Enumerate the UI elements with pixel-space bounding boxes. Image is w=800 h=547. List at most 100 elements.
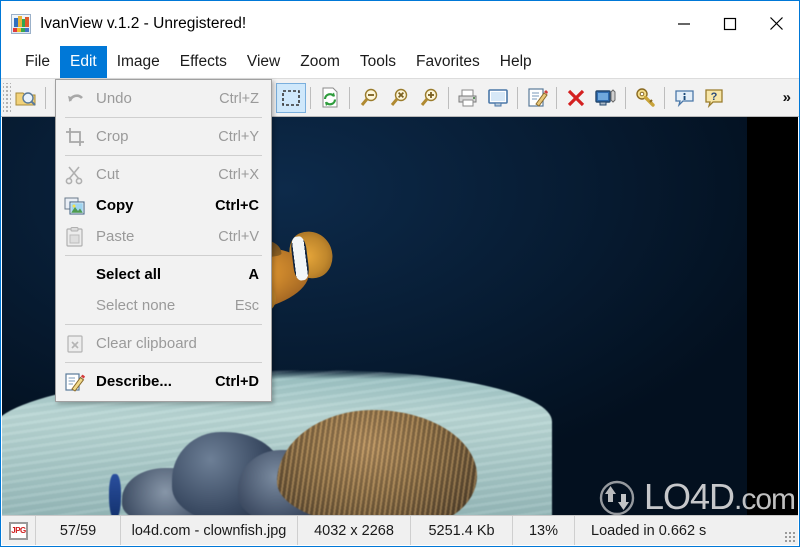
scissors-icon <box>64 164 86 186</box>
zoom-out-icon <box>360 88 377 106</box>
menu-separator <box>65 362 262 363</box>
crop-icon <box>64 126 86 148</box>
toolbar-overflow-button[interactable]: » <box>783 89 791 106</box>
menu-item-shortcut: Ctrl+X <box>218 166 259 183</box>
close-icon <box>769 17 783 30</box>
reload-button[interactable] <box>315 83 345 113</box>
menu-item-label: Describe... <box>96 373 172 390</box>
menu-image[interactable]: Image <box>107 46 170 78</box>
edit-describe-icon <box>527 88 548 107</box>
menu-view[interactable]: View <box>237 46 290 78</box>
menu-item-undo[interactable]: Undo Ctrl+Z <box>56 83 271 114</box>
menu-file[interactable]: File <box>15 46 60 78</box>
toolbar-separator <box>45 86 46 109</box>
key-icon <box>635 88 655 107</box>
window-controls <box>661 1 799 46</box>
info-icon <box>674 89 694 107</box>
menu-item-label: Select none <box>96 297 176 314</box>
menu-effects[interactable]: Effects <box>170 46 237 78</box>
maximize-icon <box>723 17 737 30</box>
window-title: IvanView v.1.2 - Unregistered! <box>40 14 247 32</box>
menu-separator <box>65 324 262 325</box>
zoom-reset-button[interactable] <box>384 83 414 113</box>
zoom-out-button[interactable] <box>354 83 384 113</box>
menu-item-select-all[interactable]: Select all A <box>56 259 271 290</box>
monitor-icon <box>488 88 508 106</box>
menu-item-shortcut: A <box>248 266 259 283</box>
clear-clipboard-icon <box>64 333 86 355</box>
toolbar-separator <box>349 86 350 109</box>
register-key-button[interactable] <box>630 83 660 113</box>
zoom-in-icon <box>420 88 437 106</box>
menu-separator <box>65 255 262 256</box>
fullscreen-button[interactable] <box>483 83 513 113</box>
menu-item-label: Cut <box>96 166 120 183</box>
toolbar-separator <box>517 86 518 109</box>
title-bar: IvanView v.1.2 - Unregistered! <box>1 1 799 46</box>
info-button[interactable] <box>669 83 699 113</box>
menu-item-shortcut: Ctrl+Y <box>218 128 259 145</box>
toolbar-separator <box>448 86 449 109</box>
svg-text:?: ? <box>710 91 717 103</box>
menu-item-label: Undo <box>96 90 132 107</box>
toolbar-grip[interactable] <box>3 82 11 113</box>
delete-button[interactable] <box>561 83 591 113</box>
menu-separator <box>65 155 262 156</box>
menu-item-clear-clipboard[interactable]: Clear clipboard <box>56 328 271 359</box>
menu-item-paste[interactable]: Paste Ctrl+V <box>56 221 271 252</box>
maximize-button[interactable] <box>707 1 753 46</box>
menu-item-label: Clear clipboard <box>96 335 197 352</box>
close-button[interactable] <box>753 1 799 46</box>
menu-item-label: Select all <box>96 266 162 283</box>
selection-marquee-button[interactable] <box>276 82 306 113</box>
status-file-size: 5251.4 Kb <box>411 516 513 545</box>
menu-item-label: Copy <box>96 197 134 214</box>
menu-favorites[interactable]: Favorites <box>406 46 490 78</box>
describe-button[interactable] <box>522 83 552 113</box>
menu-item-copy[interactable]: Copy Ctrl+C <box>56 190 271 221</box>
menu-help[interactable]: Help <box>490 46 542 78</box>
help-button[interactable]: ? <box>699 83 729 113</box>
menu-tools[interactable]: Tools <box>350 46 406 78</box>
refresh-page-icon <box>322 87 338 108</box>
open-folder-button[interactable] <box>11 83 41 113</box>
menu-item-crop[interactable]: Crop Ctrl+Y <box>56 121 271 152</box>
status-dimensions: 4032 x 2268 <box>298 516 411 545</box>
selection-marquee-icon <box>282 89 300 106</box>
menu-item-label: Paste <box>96 228 135 245</box>
toolbar-separator <box>556 86 557 109</box>
blue-fish <box>109 474 121 516</box>
zoom-in-button[interactable] <box>414 83 444 113</box>
zoom-reset-icon <box>390 88 407 106</box>
jpg-badge-icon: JPG <box>9 521 28 540</box>
menu-item-describe[interactable]: Describe... Ctrl+D <box>56 366 271 397</box>
menu-item-cut[interactable]: Cut Ctrl+X <box>56 159 271 190</box>
status-file-name: lo4d.com - clownfish.jpg <box>121 516 298 545</box>
printer-icon <box>458 89 477 106</box>
resize-grip[interactable] <box>784 531 796 543</box>
menu-item-shortcut: Ctrl+C <box>215 197 259 214</box>
menu-item-label: Crop <box>96 128 129 145</box>
minimize-icon <box>678 22 690 25</box>
menu-bar: File Edit Image Effects View Zoom Tools … <box>1 46 799 78</box>
menu-item-shortcut: Esc <box>234 297 259 314</box>
toolbar-separator <box>664 86 665 109</box>
menu-zoom[interactable]: Zoom <box>290 46 350 78</box>
edit-dropdown-menu: Undo Ctrl+Z Crop Ctrl+Y Cut Ctrl+X Copy … <box>55 79 272 402</box>
menu-item-shortcut: Ctrl+Z <box>219 90 259 107</box>
menu-separator <box>65 117 262 118</box>
status-load-time: Loaded in 0.662 s <box>591 522 707 539</box>
set-wallpaper-button[interactable] <box>591 83 621 113</box>
describe-pencil-icon <box>64 371 86 393</box>
paste-clipboard-icon <box>64 226 86 248</box>
open-folder-icon <box>15 91 36 106</box>
status-file-type: JPG <box>2 516 36 545</box>
set-wallpaper-icon <box>595 88 616 105</box>
print-button[interactable] <box>453 83 483 113</box>
menu-item-shortcut: Ctrl+D <box>215 373 259 390</box>
menu-item-shortcut: Ctrl+V <box>218 228 259 245</box>
minimize-button[interactable] <box>661 1 707 46</box>
no-icon-placeholder <box>64 295 86 317</box>
menu-edit[interactable]: Edit <box>59 46 107 78</box>
menu-item-select-none[interactable]: Select none Esc <box>56 290 271 321</box>
